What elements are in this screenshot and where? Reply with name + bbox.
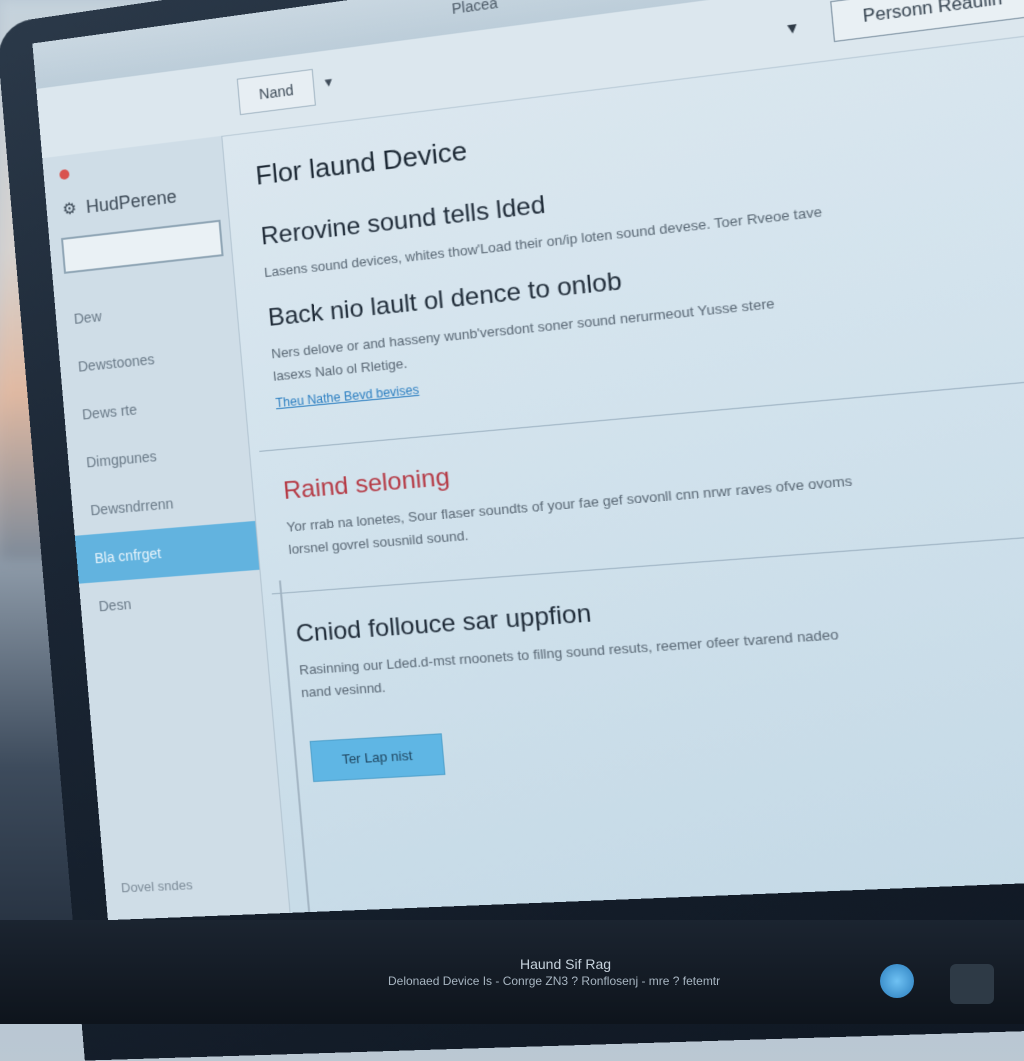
page-title: Flor laund Device xyxy=(254,134,469,191)
sidebar-footer: Dovel sndes xyxy=(120,877,194,896)
taskbar-title: Haund Sif Rag xyxy=(520,956,612,972)
section-fallback-option: Cniod follouce sar uppfion Rasinning our… xyxy=(295,565,1024,705)
gear-icon: ⚙ xyxy=(61,200,78,219)
chevron-down-icon[interactable]: ▼ xyxy=(322,74,336,90)
taskbar-status: Delonaed Device Is - Conrge ZN3 ? Ronflo… xyxy=(388,974,721,988)
start-icon[interactable] xyxy=(880,964,914,998)
close-icon[interactable] xyxy=(59,168,70,181)
device-link[interactable]: Theu Nathe Bevd bevises xyxy=(275,382,419,410)
chevron-down-icon[interactable]: ▼ xyxy=(783,18,800,37)
main-content: Flor laund Device Rerovine sound tells l… xyxy=(231,28,1024,921)
app-window: Placea ◆ ⋯ ▼ Personn Reaulin HudPerene ⚙… xyxy=(32,0,1024,921)
window-title: Placea xyxy=(451,0,499,18)
primary-action-button[interactable]: Ter Lap nist xyxy=(309,733,446,783)
personal-results-button[interactable]: Personn Reaulin xyxy=(830,0,1024,43)
sidebar-list: Dew Dewstoones Dews rte Dimgpunes Dewsnd… xyxy=(54,277,263,631)
section-sound-selection: Raind seloning Yor rrab na lonetes, Sour… xyxy=(282,410,1024,562)
app-icon[interactable] xyxy=(950,964,994,1004)
taskbar: Haund Sif Rag Delonaed Device Is - Conrg… xyxy=(0,920,1024,1024)
sidebar-title: HudPerene xyxy=(85,186,178,218)
search-input[interactable] xyxy=(61,219,224,274)
